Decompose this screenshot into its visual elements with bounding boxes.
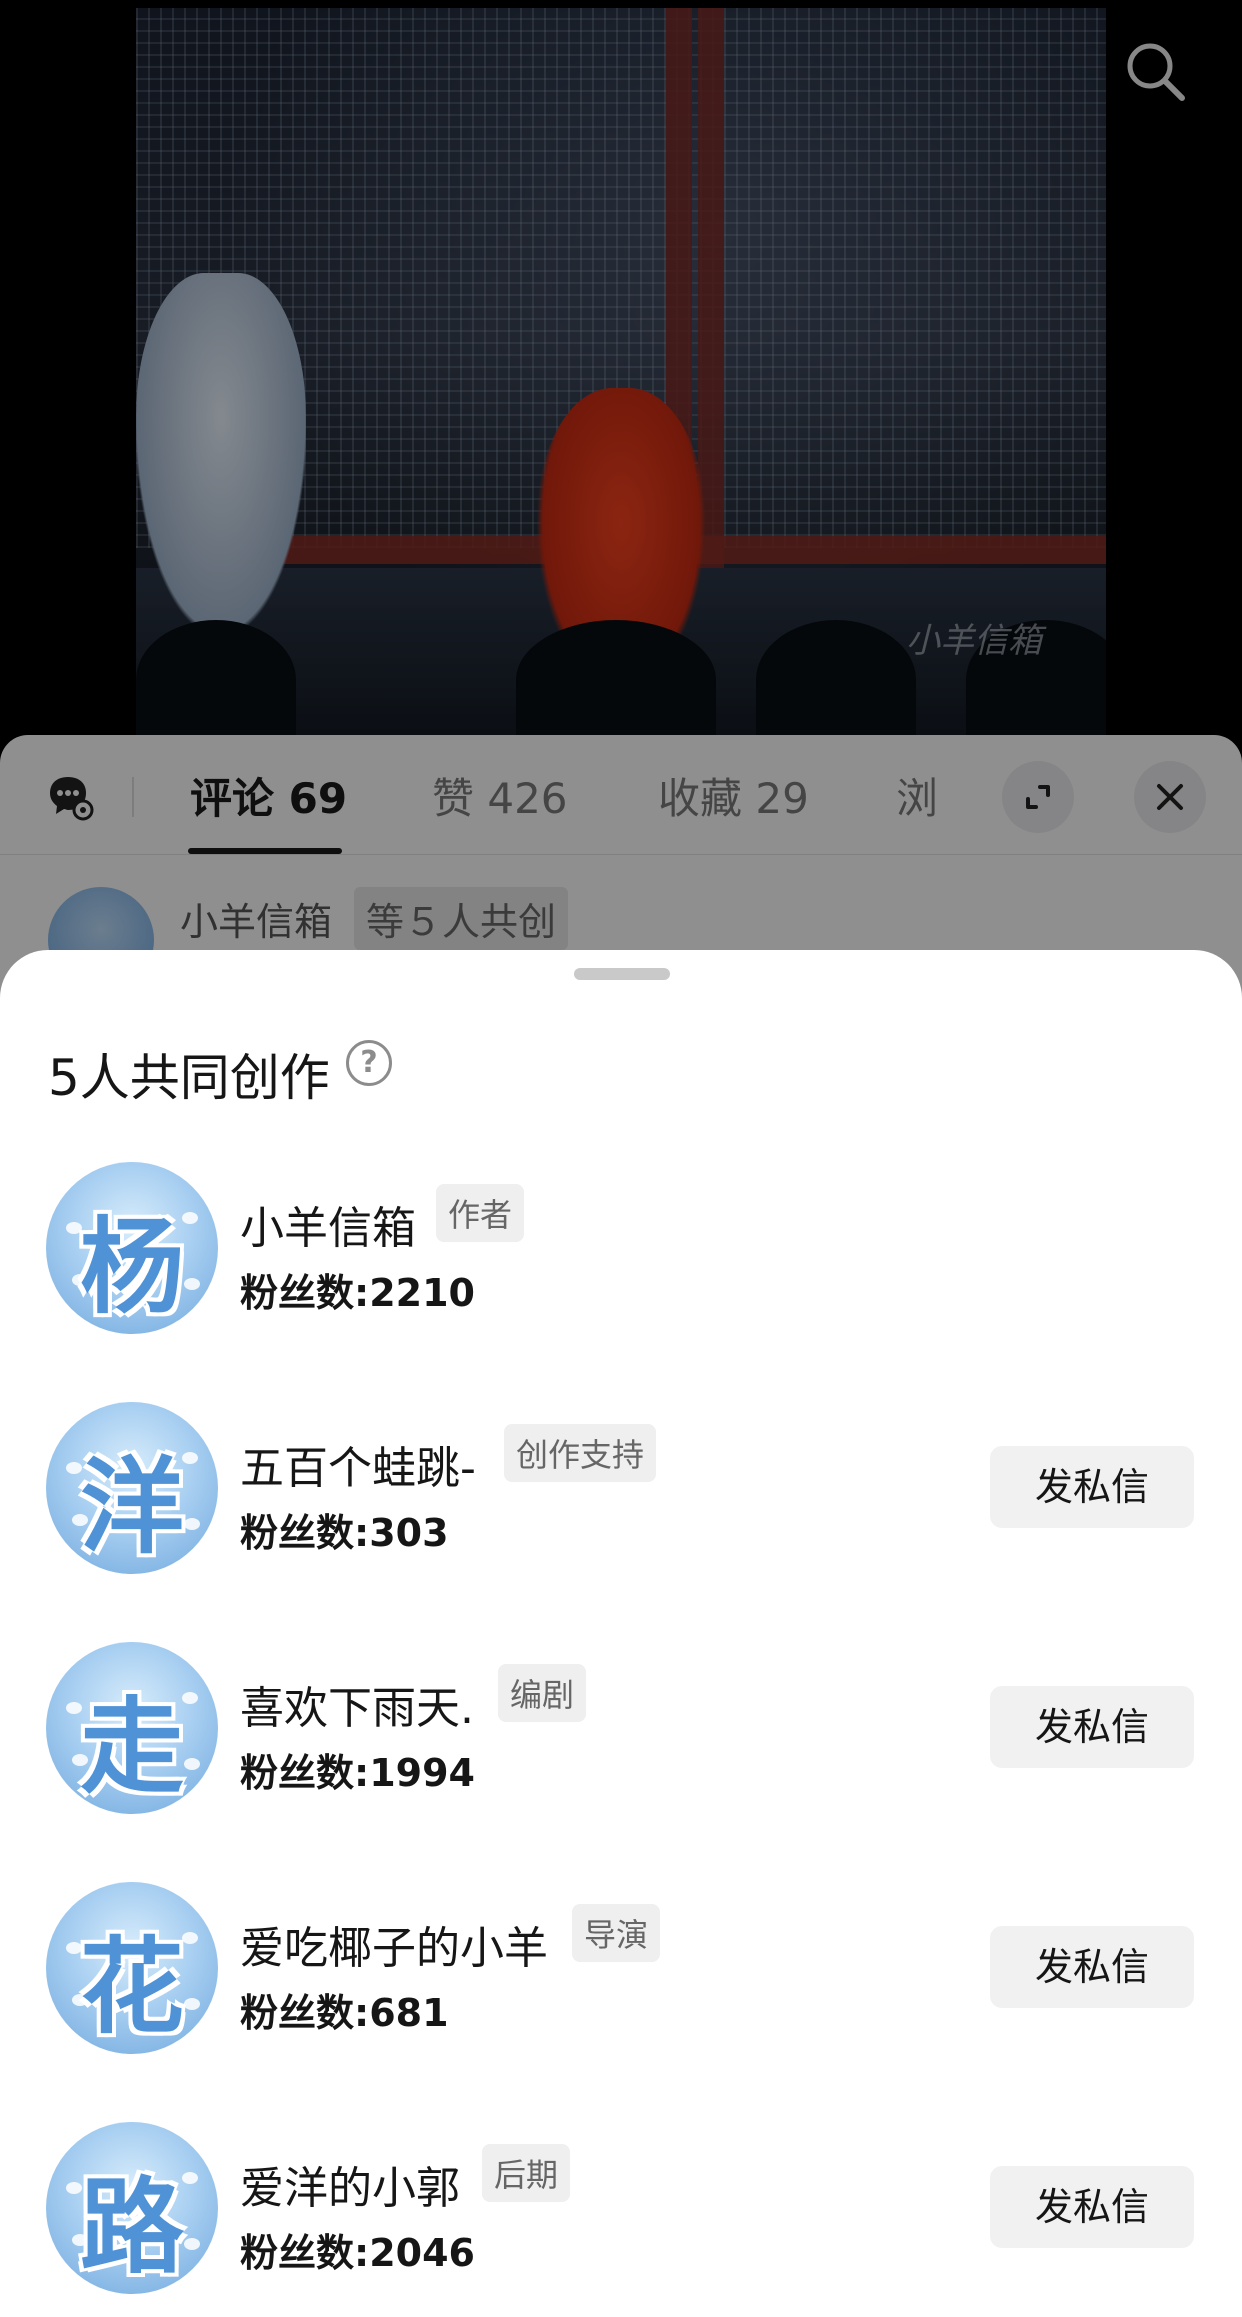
avatar: 走 — [46, 1642, 218, 1814]
video-audience-silhouette — [516, 620, 716, 740]
member-row[interactable]: 杨 小羊信箱 作者 粉丝数:2210 — [0, 1162, 1242, 1362]
search-icon[interactable] — [1120, 36, 1192, 108]
member-name: 爱吃椰子的小羊 — [240, 1923, 548, 1974]
fans-count: 粉丝数:1994 — [240, 1751, 475, 1795]
video-audience-silhouette — [136, 620, 296, 740]
member-name: 五百个蛙跳- — [240, 1443, 476, 1494]
tab-likes[interactable]: 赞 426 — [432, 765, 568, 826]
member-row[interactable]: 洋 五百个蛙跳- 创作支持 粉丝数:303 发私信 — [0, 1402, 1242, 1602]
co-creation-chip: 等５人共创 — [354, 887, 569, 950]
tab-views[interactable]: 浏 — [896, 765, 938, 826]
avatar: 花 — [46, 1882, 218, 2054]
role-badge: 导演 — [572, 1904, 661, 1962]
question-circle-icon[interactable]: ? — [346, 1040, 392, 1086]
video-player[interactable]: 小羊信箱 — [0, 0, 1242, 740]
expand-button[interactable] — [1002, 761, 1074, 833]
role-badge: 作者 — [436, 1184, 525, 1242]
member-name: 喜欢下雨天. — [240, 1683, 474, 1734]
fans-count: 粉丝数:303 — [240, 1511, 449, 1555]
tab-favorites[interactable]: 收藏 29 — [658, 765, 809, 826]
avatar-character: 走 — [79, 1686, 184, 1808]
member-row[interactable]: 路 爱洋的小郭 后期 粉丝数:2046 发私信 — [0, 2122, 1242, 2317]
avatar-character: 洋 — [79, 1446, 184, 1568]
expand-icon — [1026, 785, 1050, 809]
fans-count: 粉丝数:681 — [240, 1991, 449, 2035]
avatar: 杨 — [46, 1162, 218, 1334]
role-badge: 创作支持 — [504, 1424, 657, 1482]
send-message-button[interactable]: 发私信 — [990, 1446, 1194, 1528]
send-message-button[interactable]: 发私信 — [990, 2166, 1194, 2248]
video-audience-silhouette — [756, 620, 916, 740]
avatar-character: 杨 — [79, 1206, 184, 1328]
active-tab-indicator — [188, 848, 342, 854]
send-message-button[interactable]: 发私信 — [990, 1926, 1194, 2008]
tab-divider — [132, 777, 134, 817]
avatar: 路 — [46, 2122, 218, 2294]
video-watermark: 小羊信箱 — [906, 621, 1042, 661]
member-name: 小羊信箱 — [240, 1203, 416, 1254]
role-badge: 编剧 — [498, 1664, 587, 1722]
close-icon — [1157, 784, 1183, 810]
fans-count: 粉丝数:2210 — [240, 1271, 475, 1315]
tab-comments[interactable]: 评论 69 — [190, 765, 347, 826]
send-message-button[interactable]: 发私信 — [990, 1686, 1194, 1768]
sheet-drag-handle[interactable] — [574, 968, 670, 980]
member-row[interactable]: 走 喜欢下雨天. 编剧 粉丝数:1994 发私信 — [0, 1642, 1242, 1842]
video-frame: 小羊信箱 — [136, 8, 1106, 740]
fans-count: 粉丝数:2046 — [240, 2231, 475, 2275]
close-button[interactable] — [1134, 761, 1206, 833]
video-performer-white — [136, 273, 306, 633]
co-creators-sheet: 5人共同创作 ? 杨 小羊信箱 作者 粉丝数:2210 洋 五百个蛙跳- 创作支… — [0, 950, 1242, 2317]
role-badge: 后期 — [482, 2144, 571, 2202]
avatar-character: 花 — [79, 1926, 184, 2048]
avatar-character: 路 — [79, 2166, 184, 2288]
avatar: 洋 — [46, 1402, 218, 1574]
chat-settings-icon[interactable] — [46, 773, 94, 821]
comment-author-name: 小羊信箱 — [180, 900, 333, 944]
sheet-title: 5人共同创作 — [48, 1049, 330, 1107]
member-row[interactable]: 花 爱吃椰子的小羊 导演 粉丝数:681 发私信 — [0, 1882, 1242, 2082]
comments-tabbar: 评论 69 赞 426 收藏 29 浏 — [0, 735, 1242, 855]
member-name: 爱洋的小郭 — [240, 2163, 460, 2214]
